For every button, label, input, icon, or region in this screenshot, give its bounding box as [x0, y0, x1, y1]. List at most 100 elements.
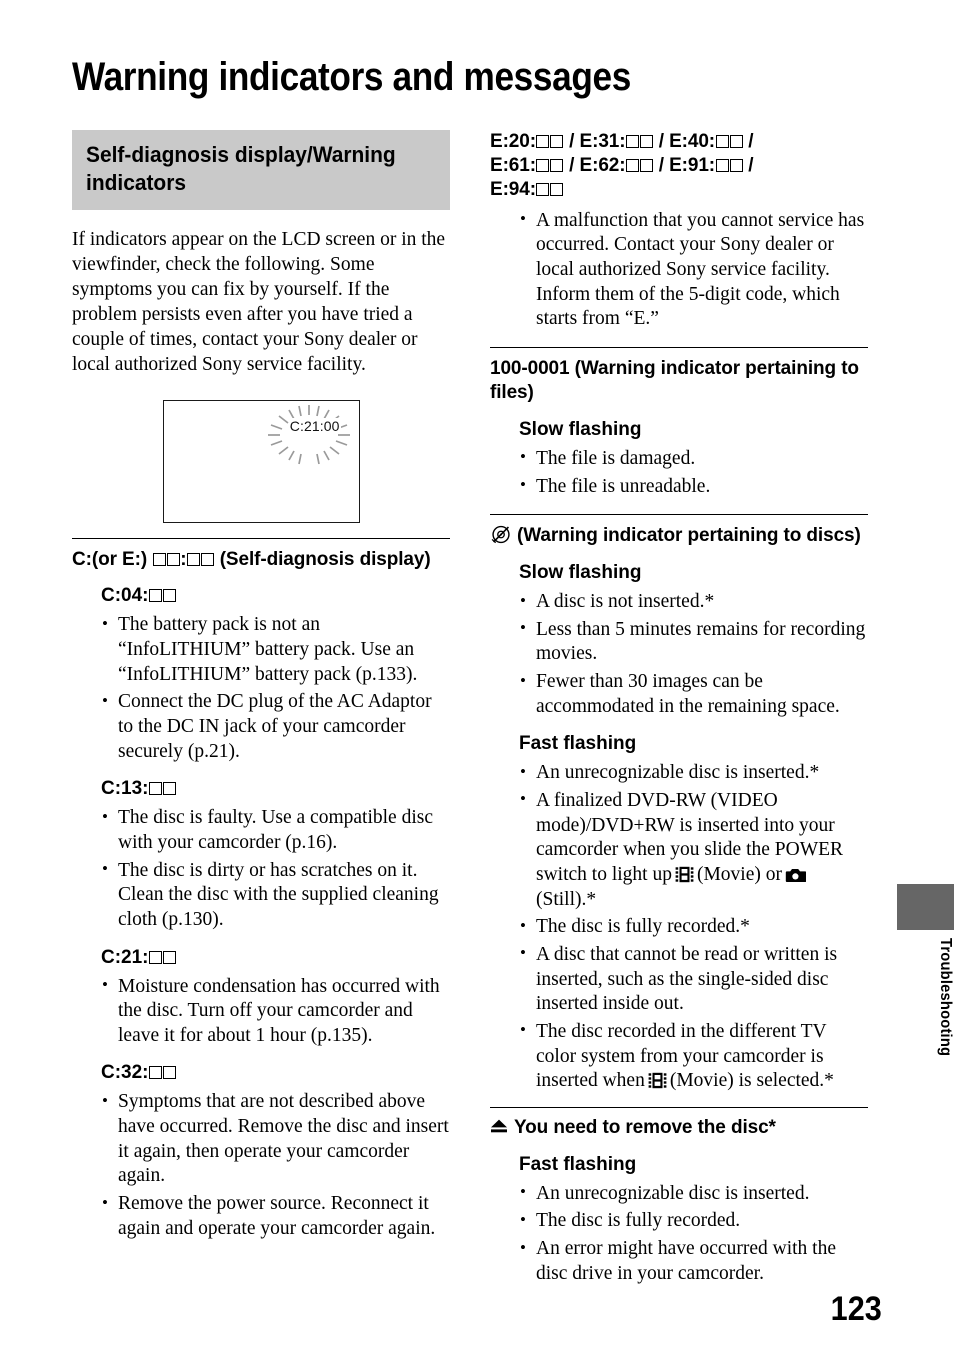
list-item: Fewer than 30 images can be accommodated… [519, 670, 868, 719]
placeholder-square-icon [149, 950, 163, 964]
placeholder-square-icon [626, 158, 639, 172]
code-label: E:40: [669, 131, 716, 152]
code-label: E:61: [490, 154, 536, 176]
side-tab-label: Troubleshooting [937, 938, 954, 1057]
discs-slow-flashing-label: Slow flashing [519, 562, 642, 584]
code-label: E:91: [669, 154, 716, 176]
error-codes-heading: E:20: / E:31: / E:40: / E:61: / E:62: / … [490, 130, 868, 202]
section-header-title: Self-diagnosis display/Warning indicator… [86, 142, 396, 196]
bullet-text-part: (Movie) is selected.* [669, 1070, 834, 1092]
code-separator: / [748, 131, 754, 152]
placeholder-square-icon [715, 158, 729, 172]
bullet-list-remove-disc: An unrecognizable disc is inserted. The … [490, 1181, 868, 1287]
placeholder-square-icon [201, 552, 215, 566]
lcd-display-code: C:21:00 [288, 417, 341, 434]
code-label: C:21: [101, 946, 149, 968]
list-item: The disc is dirty or has scratches on it… [101, 858, 450, 933]
placeholder-square-icon [640, 135, 653, 148]
files-slow-flashing-label: Slow flashing [519, 418, 642, 440]
list-item: An error might have occurred with the di… [519, 1237, 868, 1286]
bullet-list-c32: Symptoms that are not described above ha… [72, 1090, 450, 1241]
bullet-text-part: (Movie) or [696, 863, 782, 885]
self-diagnosis-heading-prefix: C:(or E:) [72, 548, 148, 570]
bullet-list-discs-slow: A disc is not inserted.* Less than 5 min… [490, 590, 868, 719]
list-item: The disc is fully recorded. [519, 1209, 868, 1234]
placeholder-square-icon [536, 182, 550, 196]
lcd-screen-figure: C:21:00 [72, 399, 450, 523]
remove-disc-section-heading: You need to remove the disc* [490, 1116, 868, 1140]
bullet-list-discs-fast: An unrecognizable disc is inserted.* A f… [490, 761, 868, 1094]
list-item: Less than 5 minutes remains for recordin… [519, 617, 868, 667]
bullet-text-part: (Still).* [536, 888, 597, 910]
placeholder-square-icon [550, 158, 564, 172]
placeholder-square-icon [729, 135, 743, 148]
list-item: Remove the power source. Reconnect it ag… [101, 1192, 450, 1241]
eject-icon [491, 1119, 507, 1133]
list-item: A disc is not inserted.* [519, 590, 868, 615]
placeholder-square-icon [163, 589, 177, 603]
list-item: Symptoms that are not described above ha… [101, 1090, 450, 1189]
code-label: E:94: [490, 178, 536, 200]
discs-section-heading-text: (Warning indicator pertaining to discs) [517, 525, 861, 547]
movie-icon [675, 866, 694, 883]
list-item: The disc is faulty. Use a compatible dis… [101, 806, 450, 855]
document-page: Warning indicators and messages Self-dia… [0, 0, 954, 1357]
placeholder-square-icon [152, 552, 166, 566]
section-header-box: Self-diagnosis display/Warning indicator… [72, 130, 450, 211]
list-item: Connect the DC plug of the AC Adaptor to… [101, 690, 450, 764]
code-heading-c32: C:32: [72, 1061, 450, 1085]
movie-icon [648, 1072, 667, 1089]
still-icon [785, 868, 806, 882]
lcd-screen-outline: C:21:00 [162, 399, 360, 523]
files-section-heading: 100-0001 (Warning indicator pertaining t… [490, 358, 859, 404]
divider-line [72, 537, 450, 539]
code-label: C:32: [101, 1062, 149, 1084]
list-item: An unrecognizable disc is inserted. [519, 1181, 868, 1207]
code-heading-c21: C:21: [72, 946, 450, 970]
side-tab-block [897, 884, 954, 930]
list-item: The disc recorded in the different TV co… [519, 1019, 868, 1094]
bullet-list-c04: The battery pack is not an “InfoLITHIUM”… [72, 613, 450, 764]
code-separator: / [748, 154, 754, 176]
code-label: C:04: [101, 585, 149, 607]
self-diagnosis-heading: C:(or E:) : (Self-diagnosis display) [72, 548, 431, 570]
remove-disc-fast-flashing-label: Fast flashing [519, 1153, 637, 1175]
placeholder-square-icon [149, 782, 163, 796]
bullet-list-files: The file is damaged. The file is unreada… [490, 446, 868, 499]
list-item: Moisture condensation has occurred with … [101, 974, 450, 1049]
discs-section-heading: (Warning indicator pertaining to discs) [490, 524, 868, 548]
placeholder-square-icon [536, 135, 550, 148]
placeholder-square-icon [149, 1066, 163, 1080]
page-number: 123 [830, 1290, 882, 1328]
code-label: E:62: [579, 154, 626, 176]
code-separator: / [569, 154, 575, 176]
bullet-list-c21: Moisture condensation has occurred with … [72, 974, 450, 1049]
discs-fast-flashing-label: Fast flashing [519, 733, 637, 755]
placeholder-square-icon [550, 182, 564, 196]
code-separator: / [569, 131, 575, 152]
list-item: The file is damaged. [519, 446, 868, 472]
code-label: C:13: [101, 778, 149, 800]
placeholder-square-icon [163, 1066, 177, 1080]
placeholder-square-icon [550, 135, 564, 148]
bullet-list-c13: The disc is faulty. Use a compatible dis… [72, 806, 450, 932]
bullet-list-error-codes: A malfunction that you cannot service ha… [490, 208, 868, 332]
code-separator: / [658, 154, 664, 176]
divider-line [490, 514, 868, 516]
divider-line [490, 347, 868, 349]
placeholder-square-icon [626, 135, 639, 148]
list-item: The battery pack is not an “InfoLITHIUM”… [101, 613, 450, 687]
right-column: E:20: / E:31: / E:40: / E:61: / E:62: / … [490, 130, 868, 1289]
placeholder-square-icon [536, 158, 550, 172]
page-title: Warning indicators and messages [72, 54, 631, 99]
code-heading-c13: C:13: [72, 777, 450, 801]
list-item: A finalized DVD-RW (VIDEO mode)/DVD+RW i… [519, 788, 868, 912]
code-label: E:20: [490, 131, 536, 152]
list-item: An unrecognizable disc is inserted.* [519, 761, 868, 786]
code-heading-c04: C:04: [72, 584, 450, 608]
list-item: The disc is fully recorded.* [519, 915, 868, 940]
placeholder-square-icon [715, 135, 729, 148]
disc-warning-icon [491, 526, 510, 544]
code-label: E:31: [579, 131, 626, 152]
placeholder-square-icon [640, 158, 653, 172]
